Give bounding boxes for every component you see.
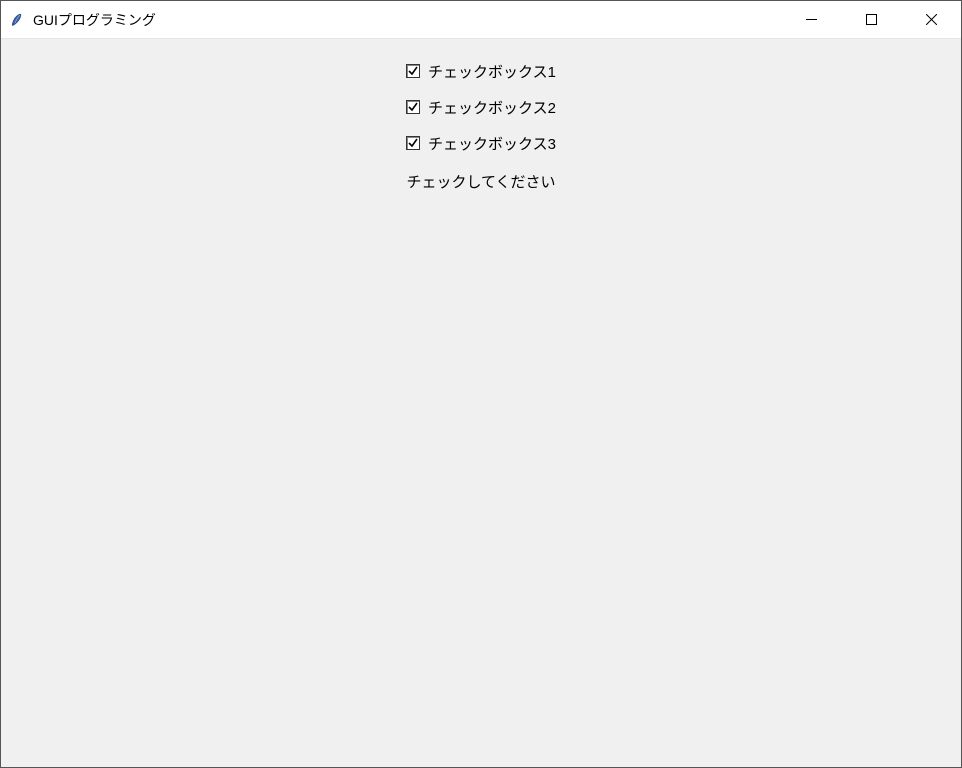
window-controls — [781, 1, 961, 38]
checkbox-3-label: チェックボックス3 — [428, 133, 556, 154]
check-icon — [408, 102, 418, 112]
checkbox-2-row: チェックボックス2 — [406, 89, 556, 125]
check-icon — [408, 66, 418, 76]
checkbox-1-row: チェックボックス1 — [406, 53, 556, 89]
checkbox-2-label: チェックボックス2 — [428, 97, 556, 118]
checkbox-1-label: チェックボックス1 — [428, 61, 556, 82]
checkbox-3-row: チェックボックス3 — [406, 125, 556, 161]
window-titlebar: GUIプログラミング — [1, 1, 961, 39]
checkbox-2[interactable] — [406, 100, 420, 114]
close-button[interactable] — [901, 1, 961, 38]
check-icon — [408, 138, 418, 148]
app-icon — [9, 12, 25, 28]
client-area: チェックボックス1 チェックボックス2 チェックボックス3 チェックしてください — [1, 39, 961, 767]
checkbox-3[interactable] — [406, 136, 420, 150]
window-title: GUIプログラミング — [33, 10, 781, 30]
maximize-button[interactable] — [841, 1, 901, 38]
minimize-button[interactable] — [781, 1, 841, 38]
checkbox-1[interactable] — [406, 64, 420, 78]
info-label: チェックしてください — [406, 171, 555, 192]
